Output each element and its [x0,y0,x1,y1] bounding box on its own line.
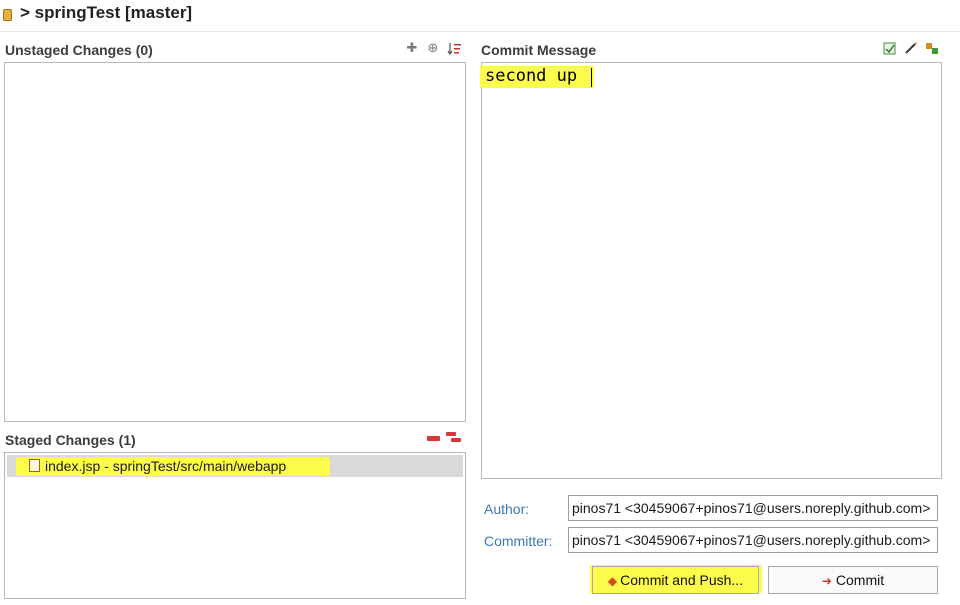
commit-button[interactable]: ➜ Commit [768,566,938,594]
repository-icon [3,9,12,21]
push-icon: ◆ [607,574,618,588]
sign-off-icon[interactable] [882,40,898,56]
file-icon [29,459,40,472]
commit-message-input[interactable] [481,62,942,479]
commit-and-push-label: Commit and Push... [620,572,744,588]
staged-changes-title: Staged Changes (1) [5,432,136,448]
unstaged-changes-title: Unstaged Changes (0) [5,42,153,58]
add-icon[interactable]: ✚ [404,41,420,57]
commit-message-text[interactable]: second up [485,66,577,86]
committer-field[interactable]: pinos71 <30459067+pinos71@users.noreply.… [568,527,938,553]
commit-label: Commit [835,572,885,588]
amend-icon[interactable] [903,40,919,56]
author-field[interactable]: pinos71 <30459067+pinos71@users.noreply.… [568,495,938,521]
commit-icon: ➜ [821,574,832,588]
sort-icon[interactable] [447,41,463,57]
page-title: > springTest [master] [20,3,193,22]
add-all-icon[interactable]: ⊕ [425,41,441,57]
remove-icon[interactable] [427,436,440,441]
unstaged-list[interactable] [4,62,466,422]
author-label: Author: [484,501,530,517]
header-divider [0,31,960,32]
remove-all-icon[interactable] [446,432,462,446]
staged-file-label[interactable]: index.jsp - springTest/src/main/webapp [45,458,286,474]
commit-message-title: Commit Message [481,42,597,58]
commit-and-push-button[interactable]: ◆ Commit and Push... [592,566,759,594]
committer-label: Committer: [484,533,553,549]
change-id-icon[interactable] [924,40,940,56]
text-caret [591,68,592,87]
